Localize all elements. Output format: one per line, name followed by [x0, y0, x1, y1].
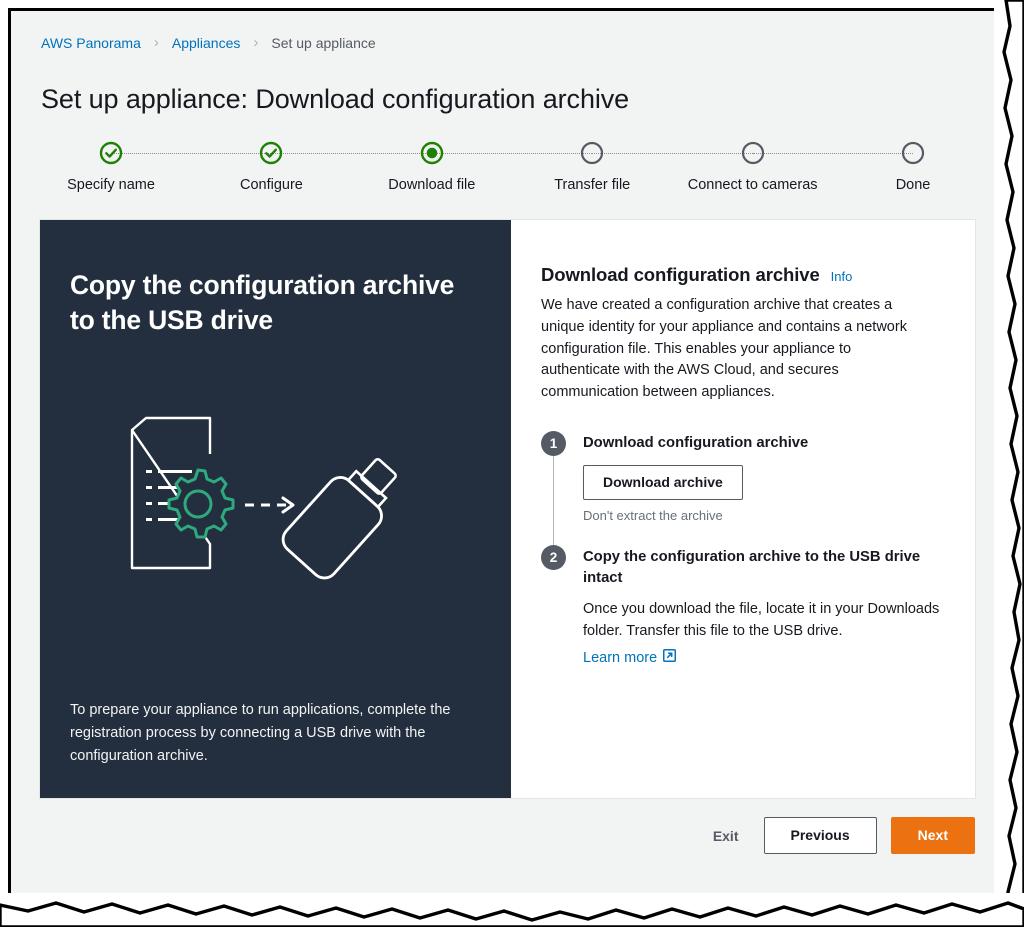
step-complete-icon: [259, 141, 283, 165]
wizard-step-label: Transfer file: [554, 177, 631, 193]
step-title: Copy the configuration archive to the US…: [583, 548, 921, 586]
wizard-step-label: Done: [895, 177, 931, 193]
breadcrumb-item-appliances[interactable]: Appliances: [172, 35, 241, 51]
stepper-connector: [592, 152, 753, 154]
screenshot-frame: AWS Panorama › Appliances › Set up appli…: [0, 0, 1024, 927]
download-section: Download configuration archive Info We h…: [511, 220, 975, 798]
step-body: Copy the configuration archive to the US…: [583, 545, 947, 689]
previous-button[interactable]: Previous: [763, 817, 877, 854]
breadcrumb-item-set-up-appliance: Set up appliance: [271, 35, 376, 51]
chevron-right-icon: ›: [153, 33, 159, 51]
instruction-panel-title: Copy the configuration archive to the US…: [70, 270, 455, 336]
section-description: We have created a configuration archive …: [541, 297, 907, 400]
page-title: Set up appliance: Download configuration…: [41, 84, 630, 114]
stepper-connector: [752, 152, 914, 154]
instruction-panel-note: To prepare your appliance to run applica…: [70, 702, 451, 765]
wizard-step-label: Download file: [388, 177, 476, 193]
step-upcoming-icon: [741, 141, 765, 165]
console-page: AWS Panorama › Appliances › Set up appli…: [8, 8, 1004, 908]
download-archive-button[interactable]: Download archive: [583, 464, 743, 500]
info-link[interactable]: Info: [831, 269, 853, 284]
exit-button[interactable]: Exit: [702, 819, 750, 853]
wizard-stepper: Specify name Configure Download file Tra…: [39, 141, 979, 193]
external-link-icon: [663, 649, 677, 666]
breadcrumb-item-aws-panorama[interactable]: AWS Panorama: [41, 35, 141, 51]
step-complete-icon: [99, 141, 123, 165]
numbered-steps: 1 Download configuration archive Downloa…: [541, 430, 947, 689]
numbered-step-1: 1 Download configuration archive Downloa…: [541, 430, 947, 545]
step-upcoming-icon: [580, 141, 604, 165]
wizard-actions: Exit Previous Next: [39, 817, 976, 854]
gear-icon: [167, 468, 234, 539]
section-header: Download configuration archive Info: [541, 264, 947, 286]
wizard-step-label: Configure: [239, 177, 303, 193]
step-upcoming-icon: [901, 141, 925, 165]
instruction-panel: Copy the configuration archive to the US…: [40, 220, 511, 798]
wizard-step-label: Specify name: [67, 177, 155, 193]
stepper-connector: [111, 152, 272, 154]
config-file-to-usb-drive-illustration: [70, 338, 479, 699]
step-title: Download configuration archive: [583, 434, 809, 451]
learn-more-label: Learn more: [583, 649, 658, 666]
step-number-badge: 1: [541, 430, 566, 456]
stepper-connector: [271, 152, 432, 154]
section-title: Download configuration archive: [541, 264, 820, 285]
breadcrumb: AWS Panorama › Appliances › Set up appli…: [41, 31, 979, 55]
download-helper-text: Don't extract the archive: [583, 507, 723, 523]
learn-more-link[interactable]: Learn more: [583, 649, 677, 666]
step-body: Download configuration archive Download …: [583, 431, 947, 545]
step-connector-line: [553, 455, 554, 545]
wizard-step-label: Connect to cameras: [687, 177, 818, 193]
next-button[interactable]: Next: [890, 817, 975, 854]
step-current-icon: [420, 141, 444, 165]
chevron-right-icon: ›: [253, 33, 259, 51]
step-badge-column: 1: [541, 430, 583, 545]
wizard-content-card: Copy the configuration archive to the US…: [39, 219, 976, 799]
step-badge-column: 2: [541, 544, 583, 689]
numbered-step-2: 2 Copy the configuration archive to the …: [541, 544, 947, 689]
stepper-connector: [431, 152, 593, 154]
step-number-badge: 2: [541, 544, 566, 570]
step-description: Once you download the file, locate it in…: [583, 600, 940, 639]
